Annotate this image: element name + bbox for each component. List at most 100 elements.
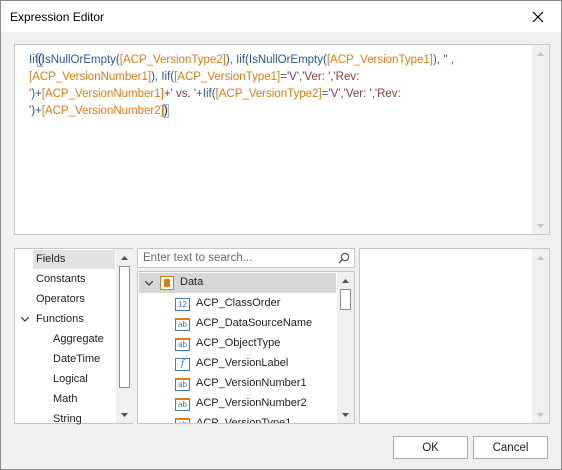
expression-token: [ACP_VersionType2]	[215, 88, 322, 100]
expression-editor-dialog: Expression Editor Iif(IsNullOrEmpty([ACP…	[0, 0, 562, 470]
expression-token: [ACP_VersionNumber1]	[29, 71, 152, 83]
calculated-field-icon: f	[175, 358, 190, 371]
field-label: ACP_ObjectType	[196, 337, 281, 349]
category-label: DateTime	[53, 353, 101, 365]
description-scrollbar[interactable]	[532, 249, 549, 423]
scroll-up-arrow-icon[interactable]	[116, 249, 133, 266]
cancel-button[interactable]: Cancel	[473, 436, 548, 459]
category-item[interactable]: DateTime	[15, 350, 115, 369]
field-list-scrollbar[interactable]	[337, 272, 354, 423]
field-label: ACP_VersionNumber2	[196, 397, 307, 409]
expression-token: Iif(IsNullOrEmpty(	[236, 54, 327, 66]
dialog-title: Expression Editor	[10, 10, 105, 24]
category-list: Fields Constants Operators Functions Aggrega…	[14, 248, 133, 425]
field-list: Data 12 ACP_ClassOrderab ACP_DataSourceNam…	[137, 271, 355, 424]
expression-token: Iif	[29, 54, 38, 66]
expression-token: +	[163, 88, 171, 100]
category-item[interactable]: Math	[15, 390, 115, 409]
scroll-down-arrow-icon[interactable]	[337, 406, 354, 423]
expression-token: +Iif(	[196, 88, 216, 100]
chevron-down-icon[interactable]	[20, 310, 30, 329]
scroll-thumb[interactable]	[119, 266, 130, 388]
field-list-item[interactable]: f ACP_VersionLabel	[138, 354, 336, 374]
field-label: ACP_VersionType1	[196, 417, 292, 424]
expression-token: )+	[31, 88, 42, 100]
expression-token: )+	[31, 105, 42, 117]
expression-token: Iif(	[161, 71, 175, 83]
expression-token: ),	[151, 71, 162, 83]
category-item[interactable]: Logical	[15, 370, 115, 389]
text-field-icon: ab	[175, 398, 190, 411]
category-label: Fields	[36, 253, 66, 265]
expression-token: 'V'	[328, 88, 341, 100]
field-list-item[interactable]: ab ACP_VersionType1	[138, 414, 336, 424]
category-label: Aggregate	[53, 333, 104, 345]
scroll-down-arrow-icon[interactable]	[532, 406, 549, 423]
close-button[interactable]	[515, 1, 561, 32]
ok-button[interactable]: OK	[393, 436, 468, 459]
category-label: Operators	[36, 293, 85, 305]
expression-token: [ACP_VersionType2]	[119, 54, 226, 66]
expression-token: )	[162, 104, 169, 118]
category-item[interactable]: Constants	[15, 270, 115, 289]
expression-token: =	[280, 71, 287, 83]
scroll-thumb[interactable]	[340, 289, 351, 310]
editor-scrollbar[interactable]	[532, 45, 549, 234]
expression-token: ),	[225, 54, 237, 66]
search-box	[137, 248, 355, 268]
data-source-node[interactable]: Data	[139, 273, 336, 293]
category-item[interactable]: String	[15, 410, 115, 429]
expression-token: 'Ver: '	[302, 71, 331, 83]
scroll-up-arrow-icon[interactable]	[337, 272, 354, 289]
category-item[interactable]: Functions	[15, 310, 115, 329]
expression-token: [ACP_VersionNumber2]	[41, 105, 164, 117]
text-field-icon: ab	[175, 338, 190, 351]
expression-token: [ACP_VersionType1]	[326, 54, 433, 66]
scroll-down-arrow-icon[interactable]	[116, 406, 133, 423]
title-bar: Expression Editor	[1, 1, 561, 32]
numeric-field-icon: 12	[175, 298, 190, 311]
expression-token: 'V'	[286, 71, 300, 83]
field-list-item[interactable]: 12 ACP_ClassOrder	[138, 294, 336, 314]
category-label: Constants	[36, 273, 86, 285]
database-icon	[160, 276, 174, 290]
expression-token: [ACP_VersionNumber1]	[41, 88, 164, 100]
chevron-down-icon[interactable]	[144, 274, 154, 293]
category-label: Math	[53, 393, 78, 405]
field-label: ACP_DataSourceName	[196, 317, 313, 329]
field-label: ACP_VersionNumber1	[196, 377, 307, 389]
category-scrollbar[interactable]	[116, 249, 133, 423]
close-icon	[532, 11, 544, 22]
expression-text-editor[interactable]: Iif(IsNullOrEmpty([ACP_VersionType2]), I…	[14, 44, 550, 235]
search-icon[interactable]	[338, 252, 350, 264]
scroll-up-arrow-icon[interactable]	[532, 249, 549, 266]
category-label: String	[53, 413, 82, 425]
text-field-icon: ab	[175, 318, 190, 331]
expression-text[interactable]: Iif(IsNullOrEmpty([ACP_VersionType2]), I…	[29, 52, 527, 120]
expression-token: ' vs. '	[170, 88, 197, 100]
expression-token: ''	[443, 54, 451, 66]
field-list-item[interactable]: ab ACP_ObjectType	[138, 334, 336, 354]
expression-token: [ACP_VersionType1]	[174, 71, 281, 83]
expression-token: ,	[450, 54, 454, 66]
search-input[interactable]	[141, 250, 331, 266]
category-item[interactable]: Fields	[33, 250, 115, 269]
expression-token: IsNullOrEmpty(	[41, 54, 120, 66]
category-item[interactable]: Aggregate	[15, 330, 115, 349]
category-label: Functions	[36, 313, 84, 325]
field-label: ACP_VersionLabel	[196, 357, 289, 369]
text-field-icon: ab	[175, 418, 190, 423]
expression-token: 'Ver: '	[343, 88, 372, 100]
expression-token: ),	[432, 54, 444, 66]
scroll-down-arrow-icon[interactable]	[532, 217, 549, 234]
data-source-label: Data	[180, 276, 204, 288]
field-list-item[interactable]: ab ACP_DataSourceName	[138, 314, 336, 334]
category-label: Logical	[53, 373, 88, 385]
field-label: ACP_ClassOrder	[196, 297, 281, 309]
text-field-icon: ab	[175, 378, 190, 391]
field-list-item[interactable]: ab ACP_VersionNumber1	[138, 374, 336, 394]
scroll-up-arrow-icon[interactable]	[532, 45, 549, 62]
category-item[interactable]: Operators	[15, 290, 115, 309]
field-list-item[interactable]: ab ACP_VersionNumber2	[138, 394, 336, 414]
description-panel	[359, 248, 550, 424]
